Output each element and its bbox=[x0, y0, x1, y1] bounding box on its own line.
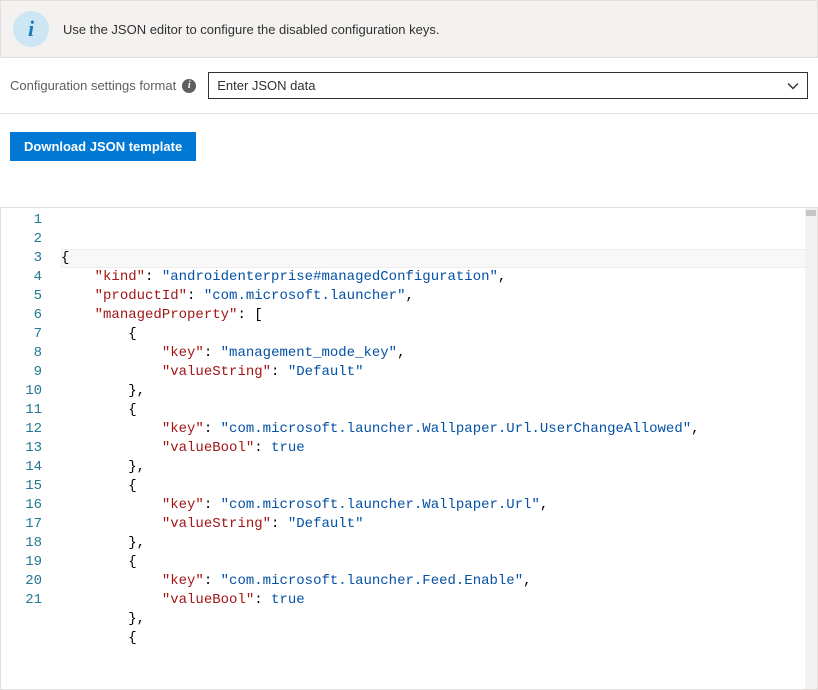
info-hint-icon[interactable]: i bbox=[182, 79, 196, 93]
config-format-row: Configuration settings format i Enter JS… bbox=[0, 58, 818, 114]
info-icon: i bbox=[13, 11, 49, 47]
chevron-down-icon bbox=[787, 80, 799, 92]
config-format-label: Configuration settings format bbox=[10, 78, 176, 93]
info-banner: i Use the JSON editor to configure the d… bbox=[0, 0, 818, 58]
editor-scrollbar-thumb[interactable] bbox=[806, 210, 816, 216]
editor-code[interactable]: { "kind": "androidenterprise#managedConf… bbox=[61, 208, 817, 689]
json-editor[interactable]: 123456789101112131415161718192021 { "kin… bbox=[0, 207, 818, 690]
download-json-template-button[interactable]: Download JSON template bbox=[10, 132, 196, 161]
info-banner-text: Use the JSON editor to configure the dis… bbox=[63, 22, 440, 37]
config-format-selected: Enter JSON data bbox=[217, 78, 315, 93]
config-format-select[interactable]: Enter JSON data bbox=[208, 72, 808, 99]
editor-scrollbar[interactable] bbox=[805, 208, 817, 689]
editor-gutter: 123456789101112131415161718192021 bbox=[1, 208, 61, 689]
